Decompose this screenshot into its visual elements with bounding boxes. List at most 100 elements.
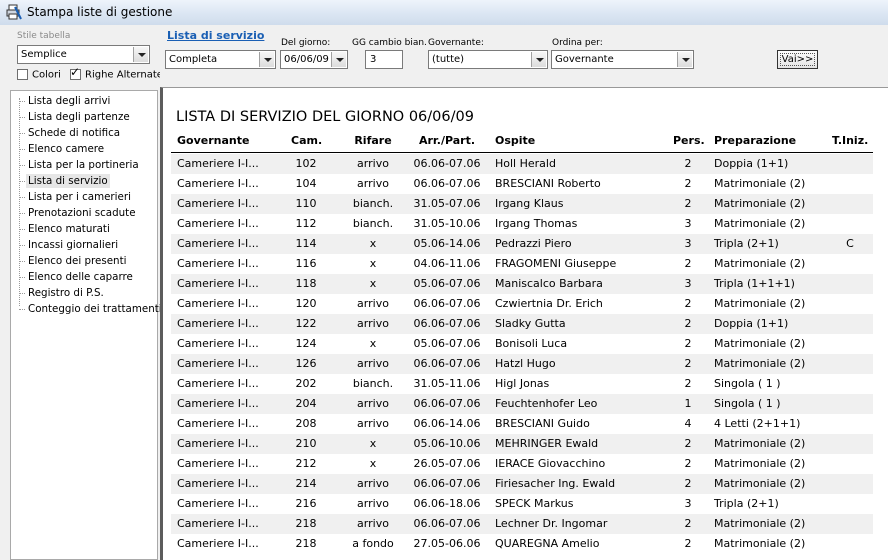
checkbox-box[interactable] xyxy=(17,69,28,80)
list-type-select[interactable]: Completa xyxy=(165,50,276,69)
nav-item[interactable]: Lista degli partenze xyxy=(26,110,132,124)
col-rifare-header[interactable]: Rifare xyxy=(349,134,397,147)
cell-ospite: Feuchtenhofer Leo xyxy=(495,397,598,410)
cell-persone: 2 xyxy=(684,337,692,350)
cell-camera: 204 xyxy=(295,397,317,410)
nav-item[interactable]: Schede di notifica xyxy=(26,126,122,140)
cell-tipo-iniziale: C xyxy=(846,237,854,250)
cell-ospite: Irgang Thomas xyxy=(495,217,578,230)
table-style-select[interactable]: Semplice xyxy=(17,45,150,64)
nav-item[interactable]: Elenco camere xyxy=(26,142,106,156)
chevron-down-icon[interactable] xyxy=(133,47,148,62)
cell-preparazione: Matrimoniale (2) xyxy=(714,217,806,230)
table-row[interactable]: Cameriere I-I... 214 arrivo 06.06-07.06 Firi… xyxy=(171,474,873,494)
col-camera-header[interactable]: Cam. xyxy=(291,134,322,147)
nav-item[interactable]: Elenco delle caparre xyxy=(26,270,135,284)
governante-select[interactable]: (tutte) xyxy=(428,50,548,69)
cell-rifare: x xyxy=(369,457,377,470)
tree-connector-tick xyxy=(19,277,25,278)
table-row[interactable]: Cameriere I-I... 120 arrivo 06.06-07.06 Czwi… xyxy=(171,294,873,314)
nav-item[interactable]: Incassi giornalieri xyxy=(26,238,120,252)
table-row[interactable]: Cameriere I-I... 202 bianch. 31.05-11.06 Hig… xyxy=(171,374,873,394)
cell-preparazione: Matrimoniale (2) xyxy=(714,197,806,210)
table-row[interactable]: Cameriere I-I... 216 arrivo 06.06-18.06 SPEC… xyxy=(171,494,873,514)
checkbox-box-checked[interactable]: ✓ xyxy=(70,66,81,80)
cell-rifare: arrivo xyxy=(357,317,389,330)
chevron-down-icon[interactable] xyxy=(531,52,546,67)
col-preparazione-header[interactable]: Preparazione xyxy=(714,134,829,147)
nav-item[interactable]: Lista per i camerieri xyxy=(26,190,133,204)
cell-rifare: arrivo xyxy=(357,297,389,310)
chevron-down-icon[interactable] xyxy=(677,52,692,67)
col-arr-part-header[interactable]: Arr./Part. xyxy=(407,134,487,147)
cell-ospite: BRESCIANI Roberto xyxy=(495,177,601,190)
cell-rifare: arrivo xyxy=(357,357,389,370)
cell-camera: 124 xyxy=(295,337,317,350)
col-ospite-header[interactable]: Ospite xyxy=(495,134,665,147)
table-row[interactable]: Cameriere I-I... 210 x 05.06-10.06 MEHRINGER… xyxy=(171,434,873,454)
cell-ospite: Irgang Klaus xyxy=(495,197,564,210)
cell-persone: 3 xyxy=(684,237,692,250)
ordina-select[interactable]: Governante xyxy=(551,50,694,69)
date-select[interactable]: 06/06/09 xyxy=(280,50,348,69)
table-row[interactable]: Cameriere I-I... 114 x 05.06-14.06 Pedrazzi … xyxy=(171,234,873,254)
cell-governante: Cameriere I-I... xyxy=(177,457,259,470)
cell-rifare: arrivo xyxy=(357,397,389,410)
table-row[interactable]: Cameriere I-I... 124 x 05.06-07.06 Bonisoli … xyxy=(171,334,873,354)
table-row[interactable]: Cameriere I-I... 212 x 26.05-07.06 IERACE Gi… xyxy=(171,454,873,474)
table-row[interactable]: Cameriere I-I... 122 arrivo 06.06-07.06 Slad… xyxy=(171,314,873,334)
colori-checkbox[interactable]: Colori xyxy=(17,69,61,81)
cell-camera: 122 xyxy=(295,317,317,330)
cell-arr-part: 06.06-07.06 xyxy=(413,477,481,490)
table-row[interactable]: Cameriere I-I... 208 arrivo 06.06-14.06 BRES… xyxy=(171,414,873,434)
nav-item[interactable]: Lista di servizio xyxy=(26,174,110,188)
table-row[interactable]: Cameriere I-I... 218 a fondo 27.05-06.06 QUA… xyxy=(171,534,873,554)
giorno-label: Del giorno: xyxy=(281,38,331,48)
nav-item[interactable]: Lista degli arrivi xyxy=(26,94,112,108)
cell-camera: 208 xyxy=(295,417,317,430)
nav-item[interactable]: Elenco maturati xyxy=(26,222,112,236)
table-row[interactable]: Cameriere I-I... 218 arrivo 06.06-07.06 Lech… xyxy=(171,514,873,534)
table-row[interactable]: Cameriere I-I... 204 arrivo 06.06-07.06 Feuc… xyxy=(171,394,873,414)
governante-value: (tutte) xyxy=(432,54,465,65)
col-persone-header[interactable]: Pers. xyxy=(673,134,705,147)
table-row[interactable]: Cameriere I-I... 104 arrivo 06.06-07.06 BRES… xyxy=(171,174,873,194)
righe-alternate-checkbox[interactable]: ✓ Righe Alternate xyxy=(70,66,163,81)
chevron-down-icon[interactable] xyxy=(331,52,346,67)
cell-ospite: FRAGOMENI Giuseppe xyxy=(495,257,617,270)
section-link[interactable]: Lista di servizio xyxy=(167,29,264,42)
table-row[interactable]: Cameriere I-I... 118 x 05.06-07.06 Maniscalc… xyxy=(171,274,873,294)
cell-governante: Cameriere I-I... xyxy=(177,217,259,230)
nav-item[interactable]: Elenco dei presenti xyxy=(26,254,128,268)
col-governante-header[interactable]: Governante xyxy=(177,134,277,147)
table-row[interactable]: Cameriere I-I... 112 bianch. 31.05-10.06 Irg… xyxy=(171,214,873,234)
cell-persone: 3 xyxy=(684,217,692,230)
table-row[interactable]: Cameriere I-I... 110 bianch. 31.05-07.06 Irg… xyxy=(171,194,873,214)
cell-preparazione: Singola ( 1 ) xyxy=(714,397,781,410)
nav-item[interactable]: Conteggio dei trattamenti xyxy=(26,302,164,316)
cell-camera: 110 xyxy=(295,197,317,210)
cell-persone: 2 xyxy=(684,357,692,370)
chevron-down-icon[interactable] xyxy=(259,52,274,67)
cell-persone: 2 xyxy=(684,437,692,450)
nav-item[interactable]: Registro di P.S. xyxy=(26,286,106,300)
cell-persone: 3 xyxy=(684,277,692,290)
nav-item[interactable]: Prenotazioni scadute xyxy=(26,206,138,220)
printer-app-icon xyxy=(6,4,22,20)
cell-persone: 2 xyxy=(684,177,692,190)
cell-governante: Cameriere I-I... xyxy=(177,197,259,210)
cell-camera: 216 xyxy=(295,497,317,510)
table-row[interactable]: Cameriere I-I... 102 arrivo 06.06-07.06 Holl… xyxy=(171,154,873,174)
table-row[interactable]: Cameriere I-I... 126 arrivo 06.06-07.06 Hatz… xyxy=(171,354,873,374)
cell-camera: 114 xyxy=(295,237,317,250)
cell-rifare: x xyxy=(369,277,377,290)
table-row[interactable]: Cameriere I-I... 116 x 04.06-11.06 FRAGOMENI… xyxy=(171,254,873,274)
cell-ospite: Hatzl Hugo xyxy=(495,357,556,370)
cell-camera: 116 xyxy=(295,257,317,270)
nav-item[interactable]: Lista per la portineria xyxy=(26,158,141,172)
cell-governante: Cameriere I-I... xyxy=(177,237,259,250)
cell-rifare: arrivo xyxy=(357,477,389,490)
col-tipo-iniziale-header[interactable]: T.Iniz. xyxy=(832,134,868,147)
gg-cambio-input[interactable]: 3 xyxy=(365,50,403,69)
go-button[interactable]: Vai>> xyxy=(777,50,818,69)
